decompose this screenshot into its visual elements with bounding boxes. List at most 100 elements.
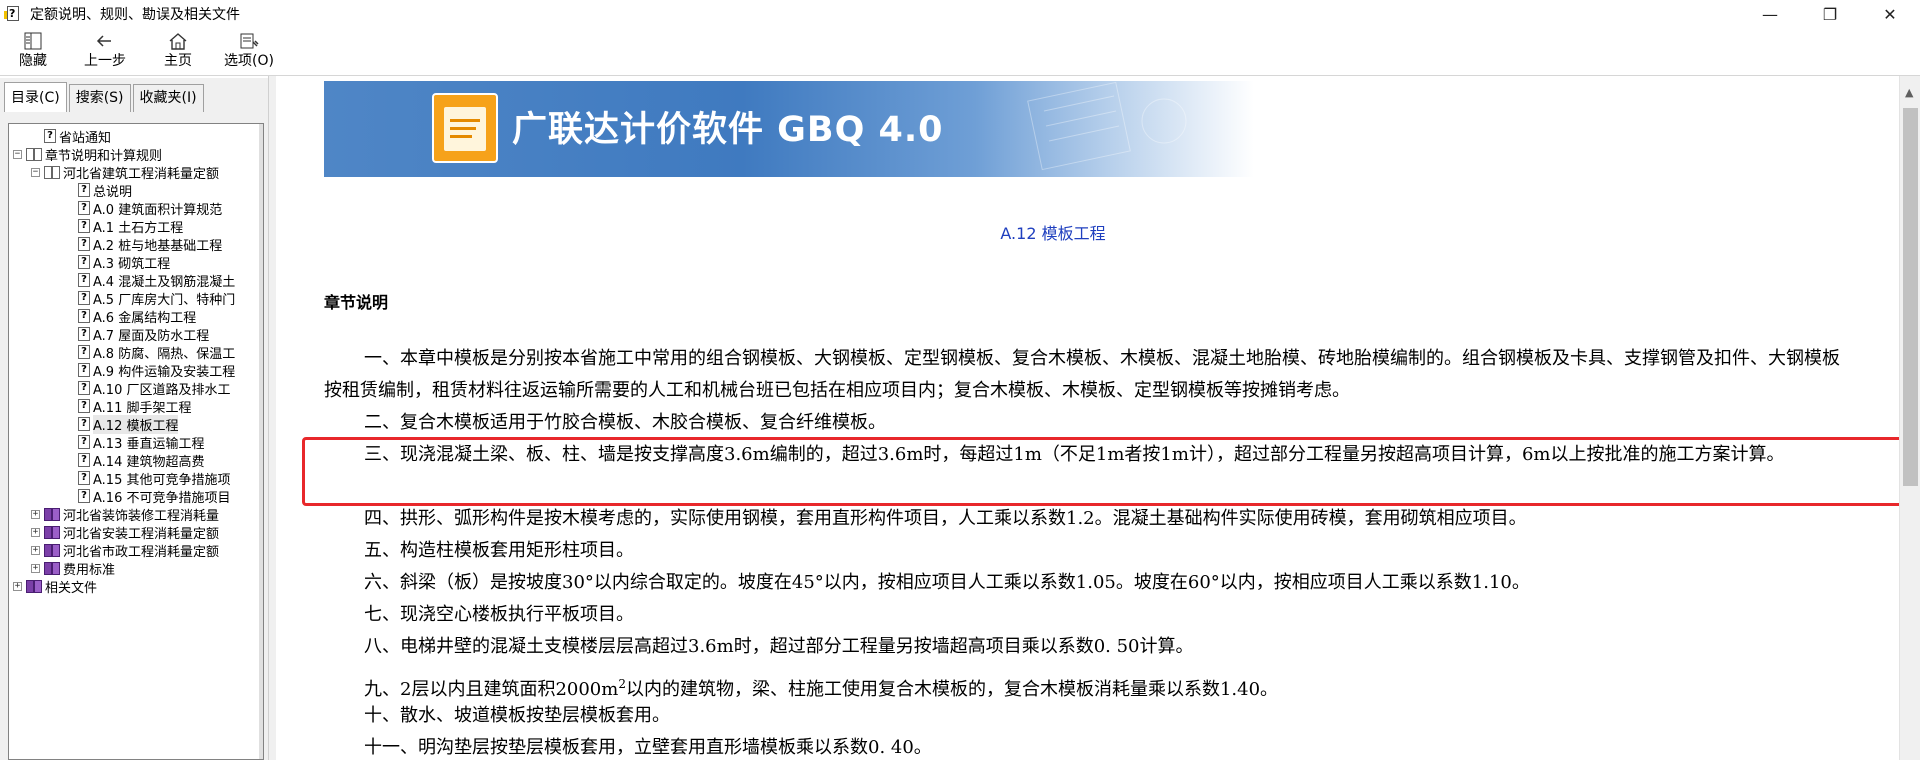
expand-icon[interactable]: +: [31, 563, 40, 573]
tree-item-label: 总说明: [93, 184, 133, 200]
tree-item[interactable]: + 费用标准: [31, 559, 115, 578]
paragraph-9-after: 以内的建筑物，梁、柱施工使用复合木模板的，复合木模板消耗量乘以系数1.40。: [625, 679, 1279, 700]
book-icon: [44, 561, 60, 575]
close-button[interactable]: ✕: [1860, 0, 1920, 28]
tree-item-label: A.13 垂直运输工程: [93, 436, 205, 452]
title-bar: ? 定额说明、规则、勘误及相关文件: [0, 0, 1920, 28]
tree-item[interactable]: ? A.2 桩与地基基础工程: [78, 235, 222, 254]
home-button-label: 主页: [164, 53, 192, 69]
tree-item[interactable]: ? A.3 砌筑工程: [78, 253, 170, 272]
home-button[interactable]: 主页: [163, 30, 193, 74]
tree-item[interactable]: + 河北省安装工程消耗量定额: [31, 523, 219, 542]
tree-item-label: 河北省建筑工程消耗量定额: [63, 166, 220, 182]
tree-item[interactable]: ? A.14 建筑物超高费: [78, 451, 205, 470]
minimize-button[interactable]: —: [1740, 0, 1800, 28]
tree-item-label: A.7 屋面及防水工程: [93, 328, 210, 344]
tree-item-label: A.14 建筑物超高费: [93, 454, 205, 470]
help-topic-icon: ?: [78, 237, 90, 251]
help-topic-icon: ?: [78, 435, 90, 449]
tree-item-label: A.5 厂库房大门、特种门: [93, 292, 236, 308]
tree-item-label: A.1 土石方工程: [93, 220, 184, 236]
tree-item[interactable]: ? A.16 不可竞争措施项目: [78, 487, 231, 506]
tree-item[interactable]: − 河北省建筑工程消耗量定额: [31, 163, 220, 182]
expand-icon[interactable]: +: [31, 545, 40, 555]
pane-splitter[interactable]: [268, 76, 276, 760]
scroll-up-icon[interactable]: ▲: [1905, 86, 1913, 99]
expand-icon[interactable]: +: [31, 509, 40, 519]
tree-item-label: A.16 不可竞争措施项目: [93, 490, 231, 506]
tree-item-label: A.9 构件运输及安装工程: [93, 364, 236, 380]
back-button-label: 上一步: [84, 53, 126, 69]
back-button[interactable]: 上一步: [84, 30, 126, 74]
help-topic-icon: ?: [78, 489, 90, 503]
open-book-icon: [44, 165, 60, 179]
content-scrollbar[interactable]: ▲: [1899, 76, 1920, 760]
tree-item[interactable]: ? A.1 土石方工程: [78, 217, 184, 236]
paragraph-1: 一、本章中模板是分别按本省施工中常用的组合钢模板、大钢模板、定型钢模板、复合木模…: [324, 348, 1840, 401]
help-topic-icon: ?: [78, 453, 90, 467]
tree-item[interactable]: ? A.5 厂库房大门、特种门: [78, 289, 236, 308]
collapse-icon[interactable]: −: [13, 149, 22, 159]
tree-item[interactable]: ? A.13 垂直运输工程: [78, 433, 205, 452]
tree-item-label: 章节说明和计算规则: [45, 148, 163, 164]
window-title: 定额说明、规则、勘误及相关文件: [30, 7, 240, 23]
tree-item[interactable]: ? A.6 金属结构工程: [78, 307, 197, 326]
tree-item[interactable]: ? A.4 混凝土及钢筋混凝土: [78, 271, 236, 290]
book-icon: [44, 543, 60, 557]
home-icon: [163, 30, 193, 52]
help-topic-icon: ?: [78, 309, 90, 323]
hide-button-label: 隐藏: [19, 53, 47, 69]
paragraph-5: 五、构造柱模板套用矩形柱项目。: [364, 540, 634, 561]
paragraph-2: 二、复合木模板适用于竹胶合模板、木胶合模板、复合纤维模板。: [364, 412, 886, 433]
tree-item[interactable]: ? A.10 厂区道路及排水工: [78, 379, 231, 398]
tree-item-label: A.4 混凝土及钢筋混凝土: [93, 274, 236, 290]
open-book-icon: [26, 147, 42, 161]
tree-item[interactable]: + 河北省装饰装修工程消耗量: [31, 505, 220, 524]
expand-icon[interactable]: +: [31, 527, 40, 537]
options-button-label: 选项(O): [224, 53, 274, 69]
help-topic-icon: ?: [78, 255, 90, 269]
tab-favorites[interactable]: 收藏夹(I): [132, 84, 204, 112]
help-topic-icon: ?: [78, 201, 90, 215]
tree-item[interactable]: ? A.8 防腐、隔热、保温工: [78, 343, 235, 362]
tree-item[interactable]: + 相关文件: [13, 577, 97, 596]
tree-item[interactable]: ? A.7 屋面及防水工程: [78, 325, 210, 344]
tree-item[interactable]: ? A.9 构件运输及安装工程: [78, 361, 236, 380]
nav-tabs: 目录(C) 搜索(S) 收藏夹(I): [4, 82, 206, 112]
tree-item-label: A.6 金属结构工程: [93, 310, 197, 326]
help-doc-icon: ?: [4, 5, 22, 23]
help-topic-icon: ?: [78, 417, 90, 431]
tab-contents[interactable]: 目录(C): [4, 82, 67, 112]
options-button[interactable]: 选项(O): [224, 30, 274, 74]
tree-item[interactable]: + 河北省市政工程消耗量定额: [31, 541, 220, 560]
help-topic-icon: ?: [78, 363, 90, 377]
tree-item[interactable]: − 章节说明和计算规则: [13, 145, 163, 164]
paragraph-9-before: 九、2层以内且建筑面积2000m: [364, 679, 619, 700]
tree-item[interactable]: ? A.12 模板工程: [78, 414, 179, 434]
help-topic-icon: ?: [78, 381, 90, 395]
tab-search[interactable]: 搜索(S): [68, 84, 131, 112]
tree-item[interactable]: ? 省站通知: [44, 127, 111, 146]
collapse-icon[interactable]: −: [31, 167, 40, 177]
expand-icon[interactable]: +: [13, 581, 22, 591]
hide-button[interactable]: 隐藏: [18, 30, 48, 74]
tree-item-label: A.0 建筑面积计算规范: [93, 202, 223, 218]
scrollbar-thumb[interactable]: [1903, 108, 1918, 486]
help-topic-icon: ?: [78, 327, 90, 341]
tree-item[interactable]: ? 总说明: [78, 181, 133, 200]
maximize-button[interactable]: ❐: [1800, 0, 1860, 28]
red-highlight-box: [302, 437, 1916, 506]
chapter-title: A.12 模板工程: [1000, 224, 1106, 243]
paragraph-6: 六、斜梁（板）是按坡度30°以内综合取定的。坡度在45°以内，按相应项目人工乘以…: [364, 572, 1530, 593]
paragraph-8: 八、电梯井壁的混凝土支模楼层层高超过3.6m时，超过部分工程量另按墙超高项目乘以…: [364, 636, 1194, 657]
tree-item[interactable]: ? A.11 脚手架工程: [78, 397, 191, 416]
tree-item-label: 河北省装饰装修工程消耗量: [63, 508, 220, 524]
contents-tree[interactable]: ? 省站通知 − 章节说明和计算规则 − 河北省建筑工程消耗量定额? 总说明? A.0 建筑面…: [8, 123, 264, 760]
tree-item-label: 河北省市政工程消耗量定额: [63, 544, 220, 560]
tree-item[interactable]: ? A.15 其他可竞争措施项: [78, 469, 230, 488]
tree-item[interactable]: ? A.0 建筑面积计算规范: [78, 199, 223, 218]
tree-scrollbar[interactable]: [259, 124, 263, 759]
tree-item-label: A.10 厂区道路及排水工: [93, 382, 231, 398]
help-topic-icon: ?: [78, 345, 90, 359]
banner-title: 广联达计价软件 GBQ 4.0: [512, 110, 944, 150]
